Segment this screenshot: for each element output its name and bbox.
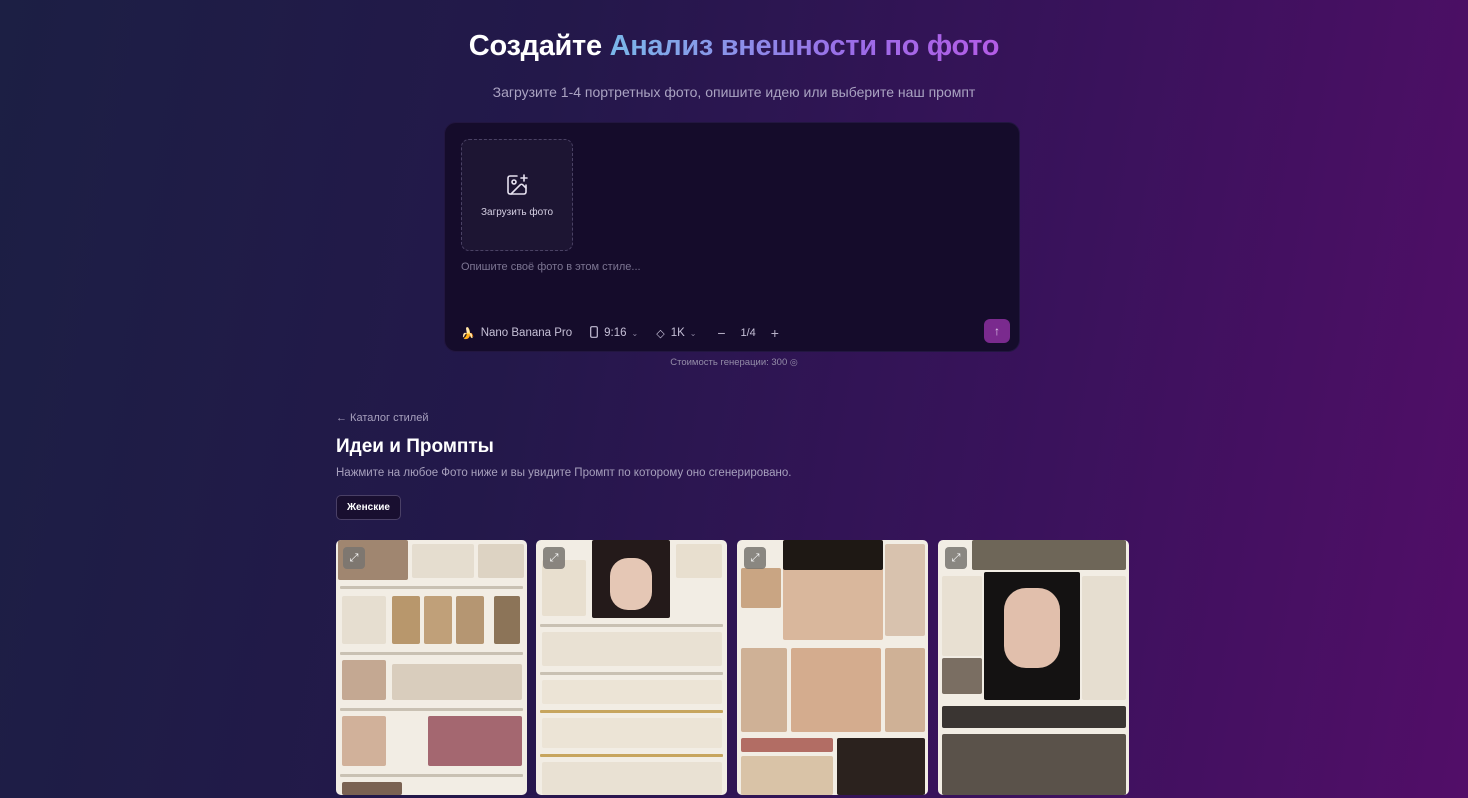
card-thumbnail (610, 558, 652, 610)
image-plus-icon (507, 173, 528, 195)
expand-icon[interactable]: ⤢ (343, 547, 365, 569)
arrow-up-icon: ↑ (994, 324, 1000, 338)
card-thumbnail (676, 544, 722, 578)
card-thumbnail (542, 762, 722, 795)
card-thumbnail (972, 540, 1126, 570)
chevron-down-icon: ⌄ (689, 328, 697, 338)
card-thumbnail (741, 568, 781, 608)
composer-panel: Загрузить фото 🍌 Nano Banana Pro 9:16 ⌄ … (444, 122, 1020, 352)
upload-photo-button[interactable]: Загрузить фото (461, 139, 573, 251)
coins-icon: ◎ (789, 357, 798, 367)
card-thumbnail (428, 716, 522, 766)
generation-cost-text: Стоимость генерации: 300 (670, 357, 788, 368)
card-thumbnail (791, 648, 881, 732)
card-thumbnail (542, 718, 722, 748)
generation-cost: Стоимость генерации: 300 ◎ (0, 357, 1468, 368)
card-thumbnail (392, 596, 420, 644)
card-thumbnail (392, 664, 522, 700)
card-thumbnail (478, 544, 524, 578)
page-subtitle: Загрузите 1-4 портретных фото, опишите и… (492, 84, 976, 100)
card-thumbnail (1004, 588, 1060, 668)
card-thumbnail (424, 596, 452, 644)
card-thumbnail (942, 706, 1126, 728)
expand-icon[interactable]: ⤢ (543, 547, 565, 569)
filter-chip-female[interactable]: Женские (336, 495, 401, 520)
quality-label: 1K (670, 327, 685, 339)
card-thumbnail (342, 660, 386, 700)
card-thumbnail (942, 576, 982, 656)
idea-card[interactable]: ⤢ (737, 540, 928, 795)
card-thumbnail (342, 782, 402, 795)
idea-card[interactable]: ⤢ (336, 540, 527, 795)
image-count-value: 1/4 (740, 327, 756, 339)
quality-selector[interactable]: ◇ 1K ⌄ (656, 327, 696, 340)
card-thumbnail (837, 738, 925, 795)
card-thumbnail (342, 596, 386, 644)
card-thumbnail (942, 734, 1126, 795)
model-selector[interactable]: 🍌 Nano Banana Pro (461, 327, 572, 340)
upload-photo-label: Загрузить фото (480, 206, 554, 218)
card-thumbnail (783, 540, 883, 570)
title-prefix: Создайте (468, 30, 602, 62)
card-thumbnail (542, 680, 722, 704)
card-thumbnail (542, 632, 722, 666)
increment-button[interactable]: + (768, 325, 782, 341)
expand-icon[interactable]: ⤢ (744, 547, 766, 569)
card-thumbnail (412, 544, 474, 578)
card-thumbnail (741, 738, 833, 752)
aspect-ratio-selector[interactable]: 9:16 ⌄ (590, 325, 639, 341)
title-accent: Анализ внешности по фото (609, 30, 1000, 62)
card-thumbnail (1082, 576, 1126, 700)
card-thumbnail (741, 648, 787, 732)
page-title: Создайте Анализ внешности по фото (0, 30, 1468, 63)
decrement-button[interactable]: − (714, 325, 728, 341)
idea-card[interactable]: ⤢ (536, 540, 727, 795)
chevron-down-icon: ⌄ (631, 328, 639, 338)
send-button[interactable]: ↑ (984, 319, 1010, 343)
section-description: Нажмите на любое Фото ниже и вы увидите … (336, 467, 792, 479)
back-to-catalog-link[interactable]: ← Каталог стилей (336, 412, 428, 424)
banana-icon: 🍌 (461, 327, 475, 340)
idea-card[interactable]: ⤢ (938, 540, 1129, 795)
model-label: Nano Banana Pro (480, 327, 573, 339)
expand-icon[interactable]: ⤢ (945, 547, 967, 569)
composer-toolbar: 🍌 Nano Banana Pro 9:16 ⌄ ◇ 1K ⌄ − 1/4 + (461, 323, 782, 343)
card-thumbnail (456, 596, 484, 644)
image-count-stepper: − 1/4 + (714, 325, 781, 341)
aspect-ratio-label: 9:16 (604, 327, 627, 339)
card-thumbnail (342, 716, 386, 766)
phone-icon (590, 325, 599, 341)
prompt-input[interactable] (461, 261, 1001, 321)
card-thumbnail (942, 658, 982, 694)
card-thumbnail (885, 648, 925, 732)
card-thumbnail (885, 544, 925, 636)
card-thumbnail (741, 756, 833, 795)
diamond-icon: ◇ (656, 327, 665, 340)
card-thumbnail (494, 596, 520, 644)
section-title: Идеи и Промпты (336, 436, 494, 457)
